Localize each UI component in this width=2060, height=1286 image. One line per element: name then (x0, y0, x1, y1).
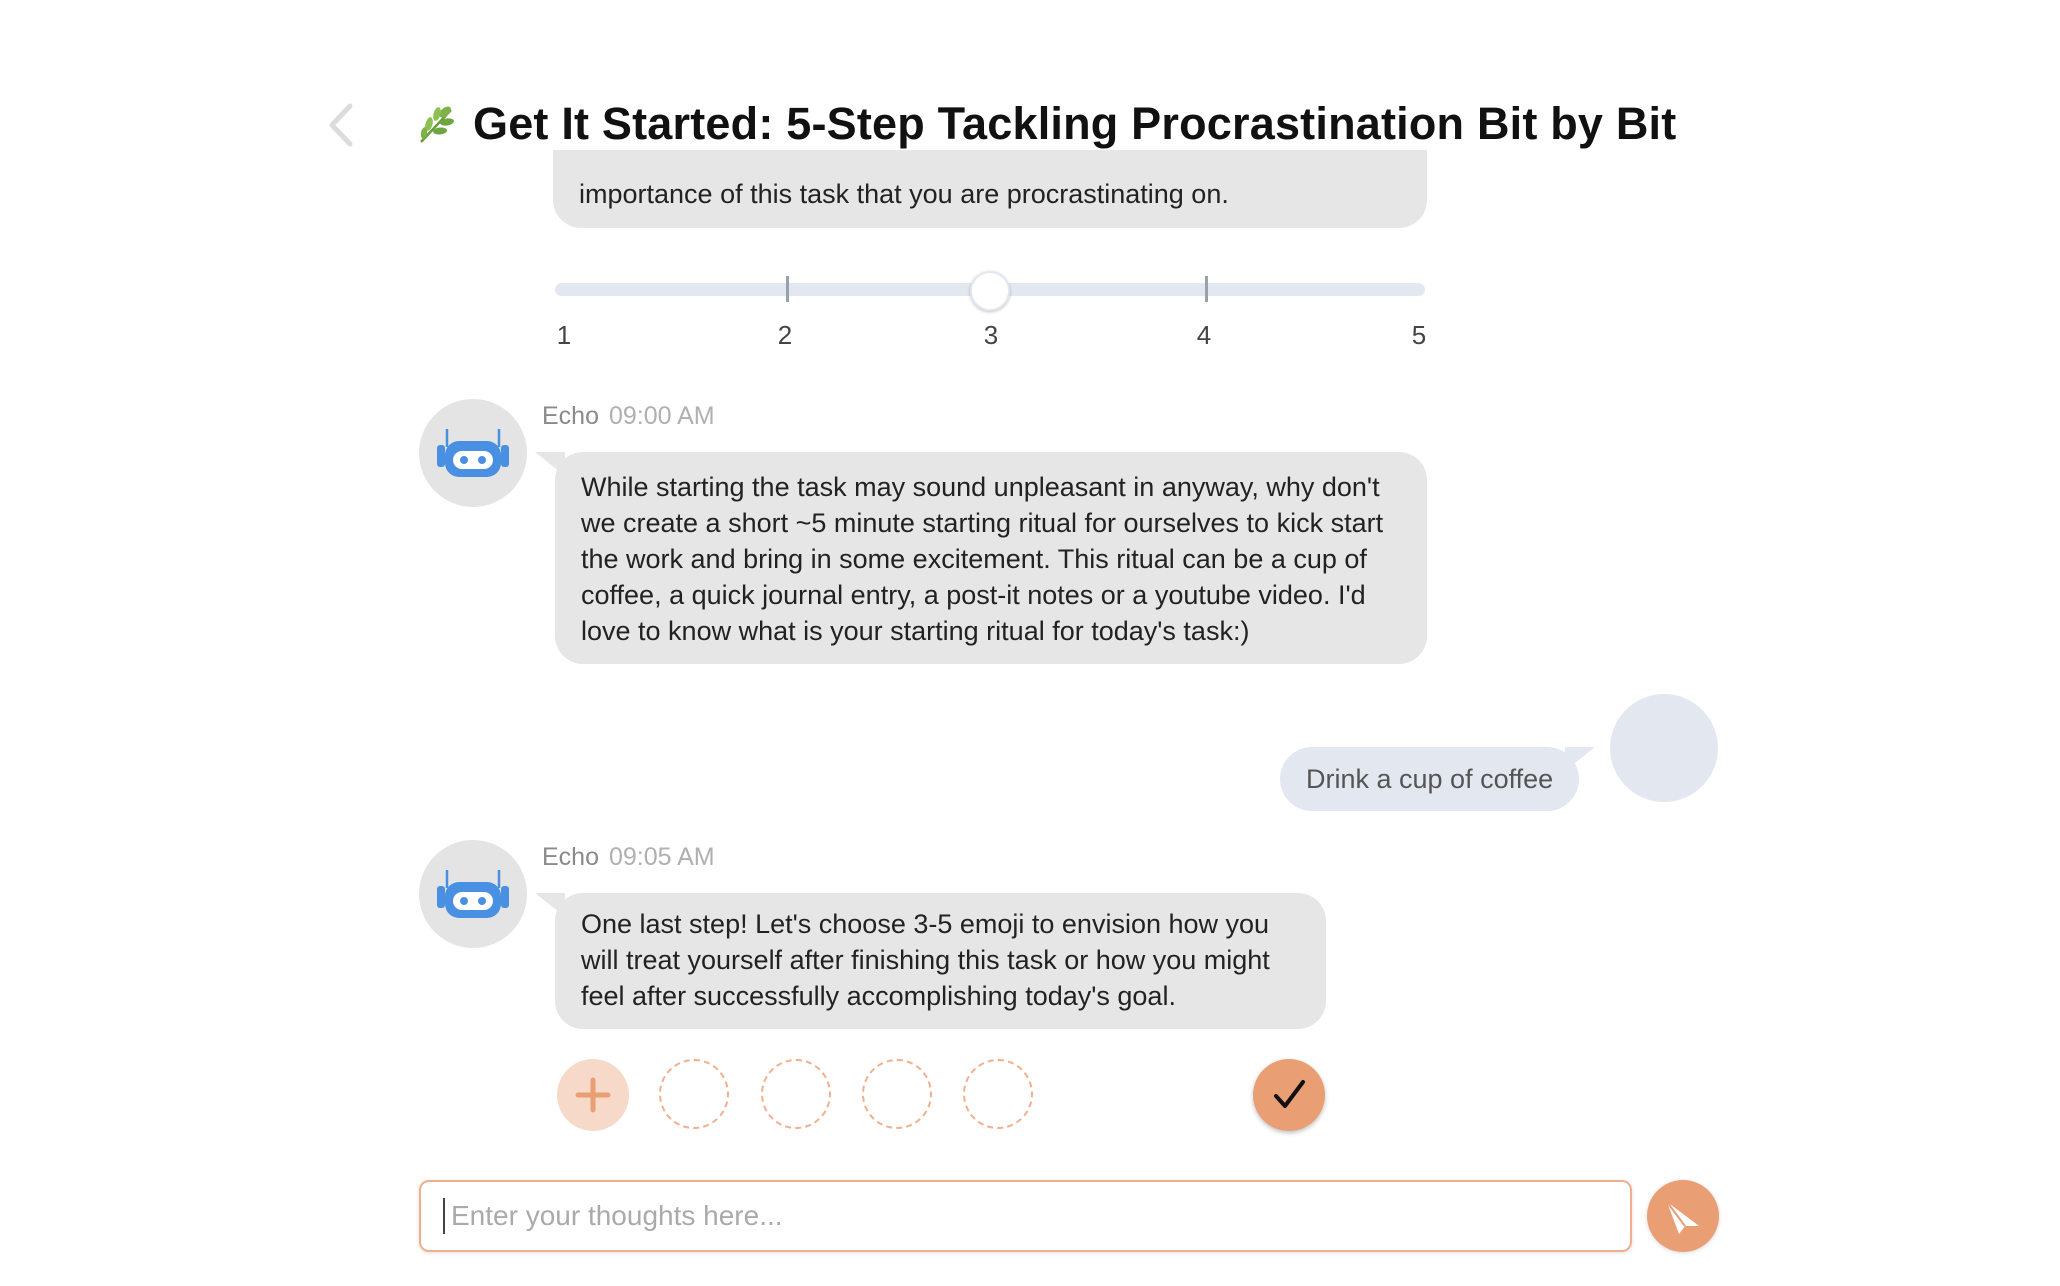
message-time: 09:05 AM (608, 843, 715, 871)
slider-tick (1205, 276, 1208, 302)
sender-name: Echo (542, 402, 599, 430)
bot-message-bubble: One last step! Let's choose 3-5 emoji to… (555, 893, 1326, 1029)
confirm-emoji-button[interactable] (1253, 1059, 1325, 1131)
message-text: While starting the task may sound unplea… (581, 472, 1384, 646)
slider-label-5: 5 (1411, 320, 1427, 350)
bot-message-bubble: While starting the task may sound unplea… (555, 452, 1427, 664)
user-message-bubble: Drink a cup of coffee (1280, 747, 1580, 811)
robot-icon (437, 870, 509, 918)
plus-icon (575, 1077, 611, 1113)
sender-name: Echo (542, 843, 599, 871)
robot-icon (437, 429, 509, 477)
page-title: Get It Started: 5-Step Tackling Procrast… (473, 98, 1677, 149)
leaf-icon (420, 106, 454, 143)
message-text: importance of this task that you are pro… (579, 179, 1229, 209)
emoji-slot[interactable] (862, 1059, 932, 1129)
message-text: Drink a cup of coffee (1306, 763, 1554, 794)
emoji-slot[interactable] (963, 1059, 1033, 1129)
emoji-slot[interactable] (761, 1059, 831, 1129)
message-text: One last step! Let's choose 3-5 emoji to… (581, 909, 1270, 1011)
message-time: 09:00 AM (608, 402, 715, 430)
add-emoji-button[interactable] (557, 1059, 629, 1131)
user-avatar (1610, 694, 1718, 802)
bot-avatar (419, 399, 527, 507)
message-meta: Echo 09:05 AM (542, 843, 715, 872)
chevron-left-icon (329, 103, 353, 147)
page-header: Get It Started: 5-Step Tackling Procrast… (415, 92, 1676, 156)
slider-label-4: 4 (1196, 320, 1212, 350)
emoji-slot[interactable] (659, 1059, 729, 1129)
send-paper-plane-icon (1666, 1201, 1699, 1234)
bubble-tail (1565, 747, 1595, 771)
message-meta: Echo 09:00 AM (542, 402, 715, 431)
importance-slider-thumb[interactable] (970, 271, 1010, 311)
bot-message-bubble-previous: importance of this task that you are pro… (553, 150, 1427, 228)
message-input[interactable] (443, 1198, 1630, 1234)
slider-label-3: 3 (983, 320, 999, 350)
slider-tick (786, 276, 789, 302)
slider-label-1: 1 (556, 320, 572, 350)
bot-avatar (419, 840, 527, 948)
message-input-container (419, 1180, 1632, 1252)
back-button[interactable] (318, 100, 368, 150)
slider-label-2: 2 (777, 320, 793, 350)
checkmark-icon (1274, 1080, 1305, 1108)
send-button[interactable] (1647, 1180, 1719, 1252)
